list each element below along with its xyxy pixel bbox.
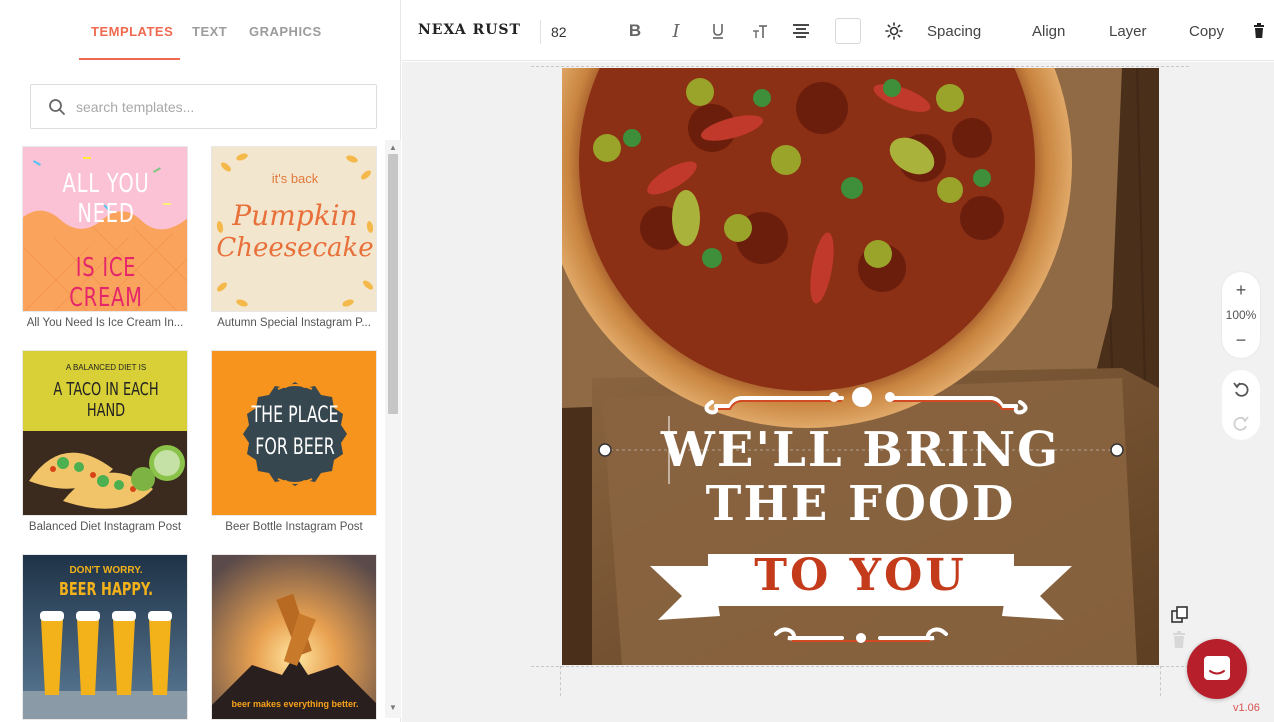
scrollbar-thumb[interactable] [388, 154, 398, 414]
scroll-up-arrow-icon[interactable]: ▲ [389, 144, 397, 152]
thumb-text: FOR BEER [255, 435, 335, 460]
tab-text[interactable]: TEXT [192, 24, 227, 39]
search-icon[interactable] [48, 98, 66, 116]
design-canvas[interactable]: WE'LL BRING THE FOOD TO YOU [562, 68, 1159, 665]
thumb-text: A TACO IN EACH HAND [53, 379, 159, 421]
align-button[interactable]: Align [1032, 23, 1065, 40]
chat-icon [1204, 656, 1230, 680]
toolbar-divider [540, 20, 541, 44]
templates-panel: TEMPLATES TEXT GRAPHICS search templates… [8, 0, 401, 722]
zoom-in-icon[interactable]: + [1231, 280, 1251, 300]
thumb-text: ALL YOU NEED [62, 169, 150, 229]
guide-line [560, 666, 561, 696]
template-card-beer-happy[interactable]: DON'T WORRY. BEER HAPPY. [22, 554, 188, 722]
template-card-pumpkin[interactable]: it's back Pumpkin Cheesecake Autumn Spec… [211, 146, 377, 329]
template-label: Beer Bottle Instagram Post [225, 521, 363, 533]
canvas-text-line1[interactable]: WE'LL BRING [562, 422, 1159, 478]
template-thumbnail: beer makes everything better. [211, 554, 377, 720]
template-label: Balanced Diet Instagram Post [28, 521, 182, 533]
underline-icon[interactable] [707, 18, 729, 44]
font-family-selector[interactable]: NEXA RUST [418, 22, 521, 38]
template-card-beer-sunset[interactable]: beer makes everything better. [211, 554, 377, 722]
bold-icon[interactable]: B [624, 18, 646, 44]
canvas-text-line2[interactable]: THE FOOD [562, 476, 1159, 532]
search-input[interactable] [76, 97, 366, 117]
thumb-text: BEER HAPPY. [58, 579, 154, 600]
templates-grid: ALL YOU NEED IS ICE CREAM All You Need I… [22, 146, 384, 722]
effects-sun-icon[interactable] [883, 18, 905, 44]
template-label: All You Need Is Ice Cream In... [26, 317, 184, 329]
zoom-controls: + 100% − [1222, 272, 1260, 358]
template-card-beer-place[interactable]: THE PLACE FOR BEER Beer Bottle Instagram… [211, 350, 377, 533]
font-size-input[interactable]: 82 [551, 24, 567, 40]
template-thumbnail: ALL YOU NEED IS ICE CREAM [22, 146, 188, 312]
thumb-text: A BALANCED DIET IS [65, 363, 147, 372]
redo-icon[interactable] [1232, 414, 1250, 432]
thumb-text: THE PLACE [251, 403, 339, 428]
templates-scrollbar[interactable]: ▲ ▼ [385, 140, 401, 718]
thumb-text: it's back [271, 171, 319, 186]
text-align-center-icon[interactable] [790, 18, 812, 44]
active-tab-indicator [79, 58, 180, 60]
spacing-button[interactable]: Spacing [927, 23, 981, 40]
template-label: Autumn Special Instagram P... [217, 317, 371, 329]
search-box [30, 84, 377, 129]
zoom-out-icon[interactable]: − [1231, 330, 1251, 350]
text-toolbar: NEXA RUST 82 B I Spacing Align Layer Cop… [402, 0, 1274, 61]
text-color-swatch[interactable] [835, 18, 861, 44]
tab-graphics[interactable]: GRAPHICS [249, 24, 322, 39]
tab-templates[interactable]: TEMPLATES [91, 24, 173, 39]
guide-line [531, 666, 1189, 667]
app: TEMPLATES TEXT GRAPHICS search templates… [0, 0, 1274, 722]
guide-line [531, 66, 1189, 67]
guide-line [1160, 666, 1161, 696]
chat-launcher-button[interactable] [1187, 639, 1247, 699]
duplicate-icon[interactable] [1170, 605, 1190, 625]
zoom-level: 100% [1225, 308, 1257, 322]
template-thumbnail: it's back Pumpkin Cheesecake [211, 146, 377, 312]
template-thumbnail: THE PLACE FOR BEER [211, 350, 377, 516]
thumb-text: DON'T WORRY. [69, 565, 143, 576]
thumb-text: Pumpkin [232, 199, 358, 232]
thumb-text: Cheesecake [216, 233, 374, 263]
thumb-text: beer makes everything better. [231, 699, 359, 709]
text-case-icon[interactable] [749, 18, 771, 44]
delete-element-icon[interactable] [1172, 631, 1188, 649]
copy-button[interactable]: Copy [1189, 23, 1224, 40]
italic-icon[interactable]: I [665, 18, 687, 44]
layer-button[interactable]: Layer [1109, 23, 1147, 40]
trash-icon[interactable] [1252, 18, 1266, 44]
history-controls [1222, 370, 1260, 440]
version-label: v1.06 [1233, 702, 1260, 714]
thumb-text: IS ICE CREAM [69, 253, 143, 312]
panel-tabs: TEMPLATES TEXT GRAPHICS [8, 0, 401, 62]
template-card-taco[interactable]: A BALANCED DIET IS A TACO IN EACH HAND B… [22, 350, 188, 533]
undo-icon[interactable] [1232, 380, 1250, 398]
scroll-down-arrow-icon[interactable]: ▼ [389, 704, 397, 712]
template-thumbnail: DON'T WORRY. BEER HAPPY. [22, 554, 188, 720]
canvas-text-line3[interactable]: TO YOU [562, 550, 1159, 601]
template-card-ice-cream[interactable]: ALL YOU NEED IS ICE CREAM All You Need I… [22, 146, 188, 329]
template-thumbnail: A BALANCED DIET IS A TACO IN EACH HAND [22, 350, 188, 516]
